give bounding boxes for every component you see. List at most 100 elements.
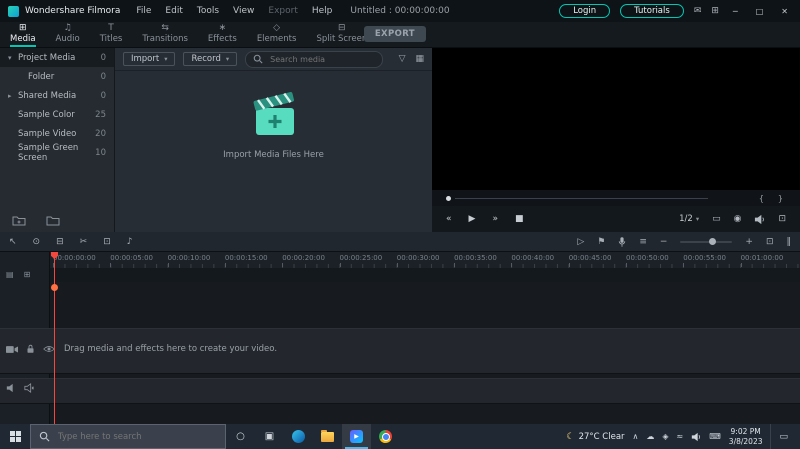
play-button[interactable]: ▶ <box>469 214 476 224</box>
marker-strip[interactable] <box>50 268 800 282</box>
tutorials-button[interactable]: Tutorials <box>620 4 684 18</box>
audio-track[interactable] <box>0 378 800 404</box>
add-track-icon[interactable]: ⊞ <box>24 270 31 279</box>
zoom-out-icon[interactable]: − <box>660 237 668 247</box>
pointer-tool-icon[interactable]: ↖ <box>9 237 17 247</box>
network-icon[interactable]: ≈ <box>677 432 684 441</box>
voiceover-icon[interactable] <box>618 236 626 248</box>
close-button[interactable]: ✕ <box>777 7 792 16</box>
fit-timeline-icon[interactable]: ⊡ <box>766 237 774 247</box>
menu-item[interactable]: Tools <box>197 6 219 16</box>
mark-out-icon[interactable]: } <box>775 194 786 203</box>
sidebar-item-sample-green-screen[interactable]: Sample Green Screen 10 <box>0 143 114 163</box>
filter-icon[interactable]: ▽ <box>399 54 406 64</box>
magnet-icon[interactable]: ⊙ <box>33 237 41 247</box>
delete-folder-icon[interactable] <box>46 215 60 226</box>
workspace-layout-icon[interactable]: ⊞ <box>711 6 719 16</box>
keyboard-icon[interactable]: ⌨ <box>709 432 721 441</box>
mute-clip-icon[interactable]: ♪ <box>127 237 133 247</box>
preview-right-tools: 1/2 ▾ ▭ ◉ ⊡ <box>679 214 786 225</box>
tab-effects[interactable]: ∗ Effects <box>198 22 247 47</box>
taskbar-search-box[interactable] <box>30 424 226 449</box>
tab-audio[interactable]: ♫ Audio <box>46 22 90 47</box>
messages-icon[interactable]: ✉ <box>694 6 702 16</box>
next-frame-button[interactable]: » <box>492 214 498 224</box>
render-preview-icon[interactable]: ▷ <box>577 237 584 247</box>
hidden-icons-button[interactable]: ∧ <box>633 432 639 441</box>
timeline-ruler[interactable]: 00:00:00:00 00:00:05:00 00:00:10:00 00:00:1… <box>50 252 800 268</box>
fullscreen-icon[interactable]: ⊡ <box>778 214 786 224</box>
import-dropdown[interactable]: Import ▾ <box>123 52 176 66</box>
export-button[interactable]: EXPORT <box>363 26 426 42</box>
sidebar-item-shared-media[interactable]: ▸ Shared Media 0 <box>0 86 114 105</box>
crop-icon[interactable]: ⊡ <box>103 237 111 247</box>
preview-scrubber[interactable]: { } <box>432 190 800 206</box>
tab-elements[interactable]: ◇ Elements <box>247 22 307 47</box>
start-button[interactable] <box>0 424 30 449</box>
video-camera-icon[interactable] <box>6 345 18 354</box>
onedrive-icon[interactable]: ☁ <box>646 432 654 441</box>
volume-icon[interactable] <box>691 432 701 442</box>
grid-view-icon[interactable]: ▦ <box>415 54 424 64</box>
task-view-button[interactable]: ▣ <box>255 424 284 449</box>
record-dropdown[interactable]: Record ▾ <box>183 52 238 66</box>
taskbar-search-input[interactable] <box>56 430 217 443</box>
manage-tracks-icon[interactable]: ▤ <box>6 270 14 279</box>
sidebar-count: 25 <box>95 109 106 120</box>
split-icon[interactable]: ✂ <box>80 237 88 247</box>
ruler-label: 00:00:50:00 <box>626 254 669 267</box>
file-explorer-button[interactable] <box>313 424 342 449</box>
tab-titles[interactable]: T Titles <box>90 22 133 47</box>
taskbar-clock[interactable]: 9:02 PM 3/8/2023 <box>729 427 763 447</box>
zoom-in-icon[interactable]: + <box>745 237 753 247</box>
stop-button[interactable]: ■ <box>515 214 524 224</box>
previous-frame-button[interactable]: « <box>446 214 452 224</box>
video-viewport[interactable] <box>432 48 800 190</box>
sidebar-item-sample-color[interactable]: Sample Color 25 <box>0 105 114 124</box>
chrome-button[interactable] <box>371 424 400 449</box>
marker-icon[interactable]: ⚑ <box>597 237 605 247</box>
minimize-button[interactable]: ─ <box>729 7 742 16</box>
filmora-taskbar-button[interactable]: ▶ <box>342 424 371 449</box>
mark-in-icon[interactable]: { <box>756 194 767 203</box>
sidebar-item-folder[interactable]: Folder 0 <box>0 67 114 86</box>
playhead-marker[interactable] <box>51 284 58 291</box>
tab-media[interactable]: ⊞ Media <box>0 22 46 47</box>
mixer-icon[interactable]: ≡ <box>639 237 647 247</box>
menu-item[interactable]: Edit <box>165 6 182 16</box>
mute-track-icon[interactable] <box>24 383 34 393</box>
media-empty-state[interactable]: Import Media Files Here <box>115 92 432 160</box>
effects-icon: ∗ <box>218 23 227 34</box>
chrome-icon <box>379 430 392 443</box>
action-center-button[interactable]: ▭ <box>770 424 794 449</box>
snapshot-icon[interactable]: ◉ <box>734 214 742 224</box>
sidebar-item-sample-video[interactable]: Sample Video 20 <box>0 124 114 143</box>
security-icon[interactable]: ◈ <box>662 432 668 441</box>
timeline-zoom-slider[interactable] <box>680 238 733 245</box>
tab-transitions[interactable]: ⇆ Transitions <box>132 22 198 47</box>
preview-quality-dropdown[interactable]: 1/2 ▾ <box>679 214 699 224</box>
speaker-icon[interactable] <box>754 214 765 225</box>
edge-button[interactable] <box>284 424 313 449</box>
menu-item[interactable]: Export <box>268 6 297 16</box>
maximize-button[interactable]: □ <box>752 7 768 16</box>
trash-icon[interactable]: ⊟ <box>56 237 64 247</box>
playhead[interactable] <box>51 252 58 424</box>
new-folder-icon[interactable] <box>12 215 26 226</box>
lock-icon[interactable] <box>26 344 35 354</box>
scrubber-track[interactable] <box>455 197 708 199</box>
login-button[interactable]: Login <box>559 4 611 18</box>
shortcut-icon[interactable]: ‖ <box>787 237 792 247</box>
audio-track-icon[interactable] <box>6 383 16 393</box>
media-search-box[interactable] <box>245 50 384 68</box>
media-search-input[interactable] <box>268 53 376 65</box>
menu-item[interactable]: Help <box>312 6 333 16</box>
weather-widget[interactable]: ☾ 27°C Clear <box>567 432 625 442</box>
sidebar-item-project-media[interactable]: ▾ Project Media 0 <box>0 48 114 67</box>
scrubber-handle[interactable] <box>446 195 451 201</box>
cortana-button[interactable]: ○ <box>226 424 255 449</box>
menu-item[interactable]: View <box>233 6 254 16</box>
menubar: Wondershare Filmora File Edit Tools View Exp… <box>0 0 800 22</box>
display-settings-icon[interactable]: ▭ <box>712 214 721 224</box>
menu-item[interactable]: File <box>136 6 151 16</box>
